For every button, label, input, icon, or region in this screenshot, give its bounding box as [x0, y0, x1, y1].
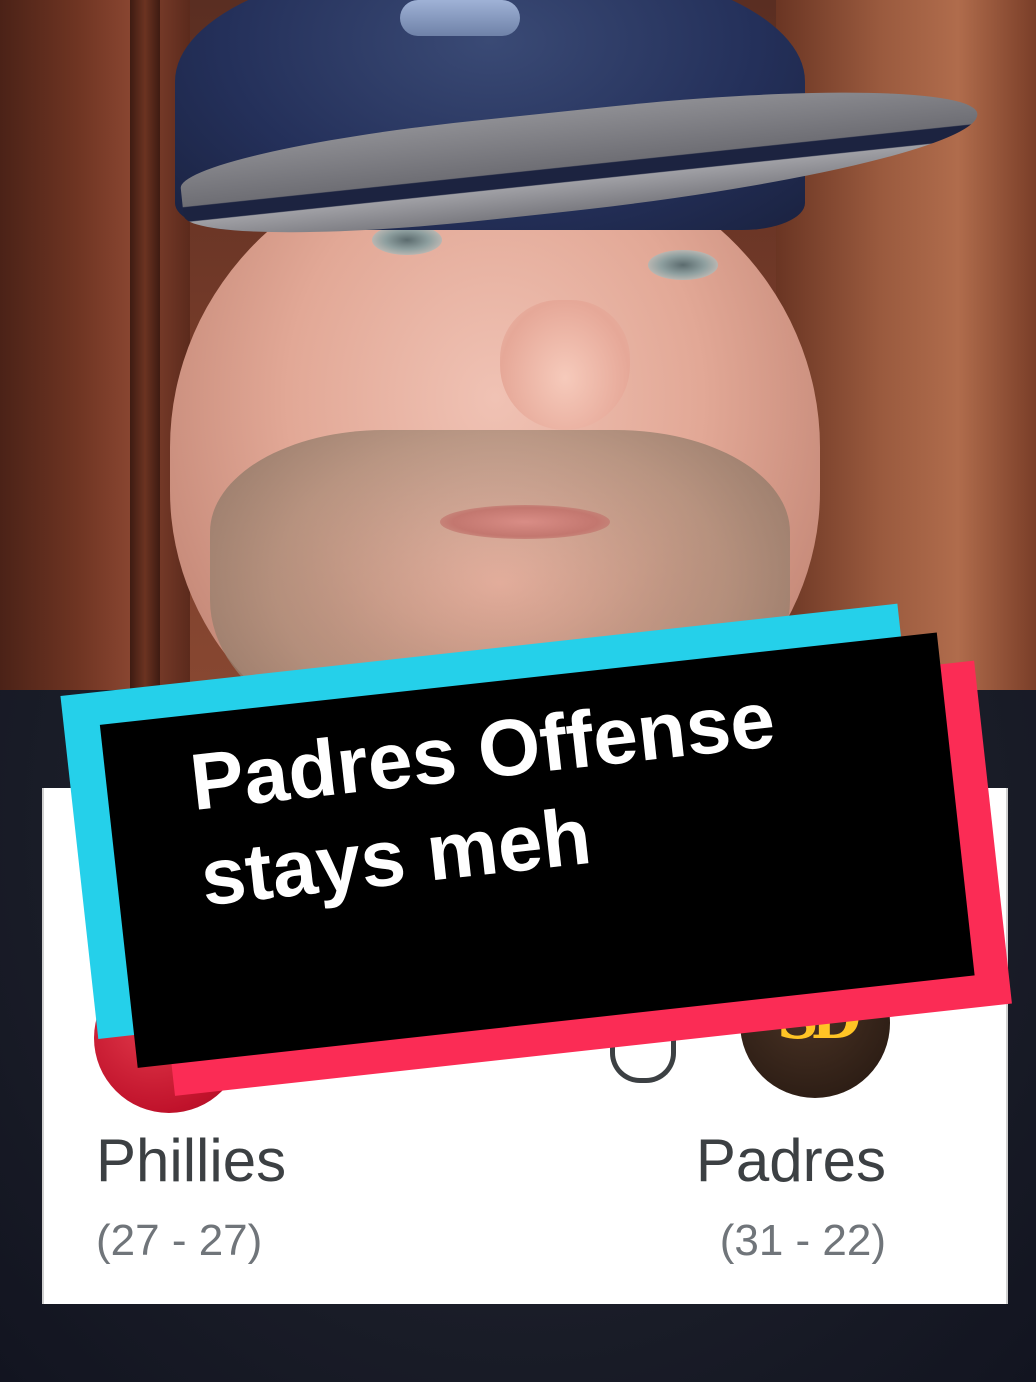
away-team-record: (31 - 22): [719, 1216, 886, 1265]
person-eye-right: [648, 250, 718, 280]
person-nose: [500, 300, 630, 430]
title-banner: Padres Offense stays meh: [50, 502, 1016, 1158]
home-team-record: (27 - 27): [96, 1216, 263, 1265]
cap-logo: [400, 0, 520, 36]
away-team-name: Padres: [695, 1127, 886, 1194]
person-mouth: [440, 505, 610, 539]
video-frame: M SD Phillies Padres (27 - 27) (31 - 22)…: [0, 0, 1036, 1382]
